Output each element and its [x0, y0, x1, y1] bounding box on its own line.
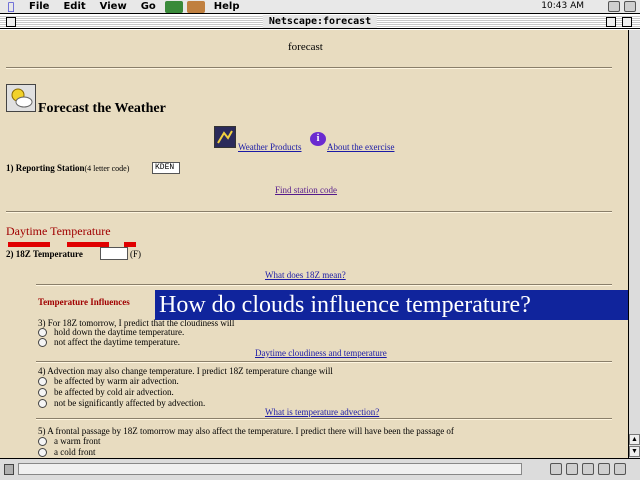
q5-option-2-radio[interactable] — [38, 448, 47, 457]
menu-view[interactable]: View — [93, 1, 134, 12]
reporting-station-hint: (4 letter code) — [84, 164, 130, 173]
temperature-unit: (F) — [130, 249, 141, 259]
menu-clock: 10:43 AM — [541, 1, 584, 11]
heading-underline-bar — [8, 242, 50, 247]
security-lock-icon[interactable] — [4, 464, 14, 475]
application-menu-icon[interactable] — [624, 1, 636, 12]
divider — [36, 418, 612, 420]
q3-option-2-label: not affect the daytime temperature. — [54, 337, 181, 347]
temperature-question: 2) 18Z Temperature — [6, 249, 83, 259]
info-icon[interactable]: i — [310, 132, 326, 146]
reporting-station-input[interactable]: KDEN — [152, 162, 180, 174]
bookmarks-menu-icon[interactable] — [164, 0, 183, 13]
window-title-bar[interactable]: Netscape:forecast — [0, 15, 640, 29]
about-exercise-link[interactable]: About the exercise — [327, 142, 394, 152]
q4-option-1-label: be affected by warm air advection. — [54, 376, 179, 386]
component-bar — [550, 463, 626, 475]
reporting-station-label: 1) Reporting Station(4 letter code) — [6, 163, 129, 173]
q4-option-3-label: not be significantly affected by advecti… — [54, 398, 206, 408]
daytime-temperature-heading: Daytime Temperature — [6, 224, 111, 238]
window-menu-icon[interactable] — [186, 0, 205, 13]
finder-icon[interactable] — [608, 1, 620, 12]
reporting-station-question: 1) Reporting Station — [6, 163, 85, 173]
vertical-scrollbar[interactable]: ▲ ▼ — [628, 30, 640, 458]
divider — [36, 361, 612, 363]
close-box-icon[interactable] — [6, 17, 16, 27]
page-heading: forecast — [288, 41, 323, 53]
temperature-input[interactable] — [100, 247, 128, 260]
forecast-logo-icon — [6, 84, 36, 112]
q4-option-2-radio[interactable] — [38, 388, 47, 397]
q3-option-2-radio[interactable] — [38, 338, 47, 347]
mail-icon[interactable] — [566, 463, 578, 475]
conference-icon[interactable] — [614, 463, 626, 475]
temperature-advection-link[interactable]: What is temperature advection? — [265, 407, 379, 417]
weather-products-link[interactable]: Weather Products — [238, 142, 302, 152]
find-station-link[interactable]: Find station code — [275, 185, 337, 195]
q4-option-2-label: be affected by cold air advection. — [54, 387, 174, 397]
menu-tray — [608, 1, 636, 12]
temperature-label: 2) 18Z Temperature — [6, 249, 83, 259]
status-message-field — [18, 463, 522, 475]
q3-option-1-radio[interactable] — [38, 328, 47, 337]
q5-option-1-radio[interactable] — [38, 437, 47, 446]
divider — [36, 284, 612, 286]
collapse-box-icon[interactable] — [622, 17, 632, 27]
menu-bar:  File Edit View Go Help 10:43 AM — [0, 0, 640, 14]
composer-icon[interactable] — [598, 463, 610, 475]
weather-products-icon[interactable] — [214, 126, 236, 148]
news-icon[interactable] — [582, 463, 594, 475]
page-content: forecast Forecast the Weather Weather Pr… — [0, 30, 628, 458]
scroll-down-arrow-icon[interactable]: ▼ — [629, 446, 640, 457]
question-5: 5) A frontal passage by 18Z tomorrow may… — [38, 426, 454, 436]
navigator-icon[interactable] — [550, 463, 562, 475]
daytime-cloudiness-link[interactable]: Daytime cloudiness and temperature — [255, 348, 387, 358]
what-does-18z-link[interactable]: What does 18Z mean? — [265, 270, 346, 280]
q4-option-3-radio[interactable] — [38, 399, 47, 408]
divider — [6, 211, 612, 213]
scroll-up-arrow-icon[interactable]: ▲ — [629, 434, 640, 445]
window-title: Netscape:forecast — [262, 15, 378, 28]
caption-banner: How do clouds influence temperature? — [155, 290, 628, 320]
menu-edit[interactable]: Edit — [56, 1, 92, 12]
q3-option-1-label: hold down the daytime temperature. — [54, 327, 185, 337]
menu-file[interactable]: File — [22, 1, 56, 12]
page-title: Forecast the Weather — [38, 101, 166, 116]
divider — [6, 67, 612, 69]
status-bar — [0, 458, 640, 480]
apple-menu-icon[interactable]:  — [0, 0, 22, 13]
q4-option-1-radio[interactable] — [38, 377, 47, 386]
question-4: 4) Advection may also change temperature… — [38, 366, 333, 376]
influences-heading: Temperature Influences — [38, 297, 130, 307]
zoom-box-icon[interactable] — [606, 17, 616, 27]
menu-go[interactable]: Go — [134, 1, 163, 12]
menu-help[interactable]: Help — [207, 1, 247, 12]
q5-option-2-label: a cold front — [54, 447, 96, 457]
q5-option-1-label: a warm front — [54, 436, 101, 446]
